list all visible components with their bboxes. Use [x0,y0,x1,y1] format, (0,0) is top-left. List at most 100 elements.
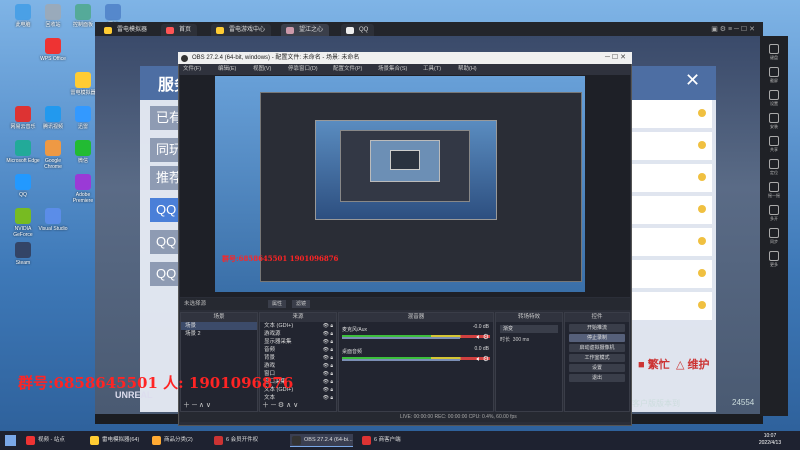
start-icon[interactable] [5,435,16,446]
desktop-icon[interactable]: QQ [6,174,40,198]
app-icon [75,4,91,20]
menu-item[interactable]: 视图(V) [253,64,271,75]
desktop-icon[interactable]: 回收站 [36,4,70,28]
desktop-icon-label: Steam [15,260,31,266]
sidebar-button[interactable]: 多开 [765,205,783,222]
desktop-icon[interactable]: 网易云音乐 [6,106,40,130]
app-icon [45,140,61,156]
volume-slider[interactable] [342,337,460,339]
menu-item[interactable]: 帮助(H) [458,64,477,75]
preview-nested-5 [390,150,420,170]
sidebar-button[interactable]: 截屏 [765,67,783,84]
visibility-lock-icon[interactable]: 👁︎ 🔒︎ [323,346,333,354]
desktop-icon[interactable]: NVIDIA GeForce [6,208,40,238]
menu-item[interactable]: 文件(F) [183,64,201,75]
sidebar-button[interactable]: 同步 [765,228,783,245]
properties-button[interactable]: 属性 [268,300,287,308]
app-icon [45,106,61,122]
sidebar-button[interactable]: 键盘 [765,44,783,61]
visibility-lock-icon[interactable]: 👁︎ 🔒︎ [323,394,333,402]
menu-item[interactable]: 编辑(E) [218,64,236,75]
scene-item[interactable]: 场景 [181,322,257,330]
desktop-icon[interactable]: Microsoft Edge [6,140,40,164]
visibility-lock-icon[interactable]: 👁︎ 🔒︎ [323,338,333,346]
volume-slider[interactable] [342,359,460,361]
sidebar-button[interactable]: 更多 [765,251,783,268]
transition-duration[interactable]: 时长 300 ms [500,336,558,343]
control-button[interactable]: 退出 [569,374,625,382]
tab-emulator-home[interactable]: 雷电模拟器 [99,24,153,36]
visibility-lock-icon[interactable]: 👁︎ 🔒︎ [323,370,333,378]
legend-busy: ■ 繁忙 [638,359,670,371]
sources-dock: 来源 文本 (GDI+) 👁︎ 🔒︎ 游戏源 👁︎ 🔒︎ 显示器采集 👁︎ 🔒︎ 音频 👁︎ … [259,312,337,412]
sidebar-button[interactable]: 定位 [765,159,783,176]
source-item[interactable]: 文本 (GDI+) 👁︎ 🔒︎ [260,322,336,330]
taskbar-item[interactable]: 视频 - 站点 [24,434,65,447]
menu-item[interactable]: 配置文件(P) [333,64,362,75]
client-version-label: 客户版版本到 [632,399,680,408]
sidebar-button[interactable]: 共享 [765,136,783,153]
menu-item[interactable]: 场景集合(S) [378,64,407,75]
tab-game[interactable]: 望江之心 [281,24,330,36]
control-button[interactable]: 启动虚拟摄像机 [569,344,625,352]
server-status-icon [698,141,706,149]
tool-icon [769,159,779,169]
desktop-icon-label: 此电脑 [15,22,31,28]
client-version-number: 24554 [732,398,755,407]
visibility-lock-icon[interactable]: 👁︎ 🔒︎ [323,354,333,362]
source-item[interactable]: 显示器采集 👁︎ 🔒︎ [260,338,336,346]
visibility-lock-icon[interactable]: 👁︎ 🔒︎ [323,378,333,386]
visibility-lock-icon[interactable]: 👁︎ 🔒︎ [323,362,333,370]
source-controls[interactable]: ＋ ─ ⚙ ∧ ∨ [262,400,298,410]
taskbar-item[interactable]: 6 会员开件权 [212,434,258,447]
server-status-icon [698,205,706,213]
tab-home[interactable]: 首页 [161,24,198,36]
source-item[interactable]: 音频 👁︎ 🔒︎ [260,346,336,354]
desktop-icon[interactable]: Google Chrome [36,140,70,170]
source-item[interactable]: 背景 👁︎ 🔒︎ [260,354,336,362]
server-status-icon [698,301,706,309]
desktop-icon[interactable]: 腾讯视频 [36,106,70,130]
tab-game-center[interactable]: 雷电游戏中心 [211,24,272,36]
desktop-icon[interactable]: Steam [6,242,40,266]
speaker-icon[interactable]: 🔈︎ ⚙ [477,355,489,364]
tool-icon [769,113,779,123]
menu-item[interactable]: 工具(T) [423,64,441,75]
source-item[interactable]: 游戏 👁︎ 🔒︎ [260,362,336,370]
control-button[interactable]: 设置 [569,364,625,372]
visibility-lock-icon[interactable]: 👁︎ 🔒︎ [323,322,333,330]
menu-item[interactable]: 停靠窗口(D) [288,64,318,75]
visibility-lock-icon[interactable]: 👁︎ 🔒︎ [323,330,333,338]
mixer-track: 桌面音频 0.0 dB 🔈︎ ⚙ [342,346,490,364]
sidebar-button[interactable]: 摇一摇 [765,182,783,199]
source-toolbar: 未选择源 属性 滤镜 [180,298,630,310]
desktop-icon[interactable]: WPS Office [36,38,70,62]
desktop-icon-label: Visual Studio [38,226,68,232]
legend-maintenance: △ 维护 [676,359,710,371]
taskbar-app-icon [90,436,99,445]
desktop-icon[interactable]: 此电脑 [6,4,40,28]
transition-select[interactable]: 渐变 [500,325,558,333]
taskbar-item[interactable]: 6 商客户端 [360,434,401,447]
tool-icon [769,228,779,238]
taskbar-item[interactable]: 雷电模拟器(64) [88,434,139,447]
scene-item[interactable]: 场景 2 [181,330,257,338]
sidebar-button[interactable]: 安装 [765,113,783,130]
visibility-lock-icon[interactable]: 👁︎ 🔒︎ [323,386,333,394]
tab-qq[interactable]: QQ [341,24,375,36]
control-button[interactable]: 工作室模式 [569,354,625,362]
obs-window-controls[interactable]: ─ ☐ ✕ [605,52,626,64]
scene-controls[interactable]: ＋ ─ ∧ ∨ [183,400,211,410]
taskbar-item[interactable]: OBS 27.2.4 (64-bi... [290,434,353,447]
taskbar-item[interactable]: 商品分类(2) [150,434,193,447]
control-button[interactable]: 停止录制 [569,334,625,342]
filters-button[interactable]: 滤镜 [292,300,311,308]
sidebar-button[interactable]: 设置 [765,90,783,107]
control-button[interactable]: 开始推流 [569,324,625,332]
source-item[interactable]: 游戏源 👁︎ 🔒︎ [260,330,336,338]
speaker-icon[interactable]: 🔈︎ ⚙ [477,333,489,342]
desktop-icon[interactable]: Visual Studio [36,208,70,232]
clock[interactable]: 10:07 2022/4/13 [750,433,790,447]
close-icon[interactable]: ✕ [685,70,700,91]
window-controls[interactable]: ▣ ⚙ ≡ ─ ☐ ✕ [645,25,755,33]
